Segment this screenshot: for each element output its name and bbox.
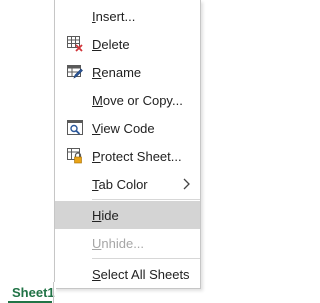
accelerator-key: S [92, 266, 101, 282]
excel-sheet-tab-context-stage: Insert... Delete Rename Move or Copy... … [0, 0, 202, 303]
menu-item-label: Unhide... [92, 236, 144, 251]
menu-item-label-rest: elect All Sheets [100, 266, 190, 282]
menu-item-label: Tab Color [92, 177, 148, 192]
menu-item-rename[interactable]: Rename [55, 58, 200, 86]
menu-item-delete[interactable]: Delete [55, 30, 200, 58]
accelerator-key: P [92, 148, 101, 164]
sheet-tab-label: Sheet1 [12, 285, 55, 300]
accelerator-key: H [92, 207, 102, 223]
menu-separator [92, 258, 200, 259]
menu-item-insert[interactable]: Insert... [55, 2, 200, 30]
menu-item-label: Select All Sheets [92, 267, 190, 282]
menu-item-label-rest: nhide... [101, 235, 145, 251]
menu-item-label: View Code [92, 121, 155, 136]
menu-item-label-rest: rotect Sheet... [100, 148, 182, 164]
menu-item-move-or-copy[interactable]: Move or Copy... [55, 86, 200, 114]
accelerator-key: U [92, 235, 102, 251]
protect-sheet-icon [67, 148, 83, 164]
delete-sheet-icon [67, 36, 83, 52]
menu-item-label-rest: iew Code [100, 120, 155, 136]
menu-item-hide[interactable]: Hide [55, 201, 200, 229]
accelerator-key: M [92, 92, 103, 108]
accelerator-key: D [92, 36, 102, 52]
menu-item-label-rest: ab Color [98, 176, 148, 192]
view-code-icon [67, 120, 83, 136]
menu-item-label: Hide [92, 208, 119, 223]
menu-item-label-rest: ide [101, 207, 119, 223]
menu-item-label-rest: nsert... [95, 8, 136, 24]
sheet-tab-sheet1[interactable]: Sheet1 [0, 282, 56, 303]
sheet-tab-context-menu: Insert... Delete Rename Move or Copy... … [54, 0, 201, 289]
accelerator-key: R [92, 64, 102, 80]
menu-item-label-rest: elete [101, 36, 130, 52]
menu-item-label: Protect Sheet... [92, 149, 182, 164]
sheet-tab-divider [53, 282, 54, 303]
menu-item-label-rest: ove or Copy... [102, 92, 183, 108]
menu-separator [92, 199, 200, 200]
menu-item-label-rest: ename [101, 64, 142, 80]
menu-item-unhide: Unhide... [55, 229, 200, 257]
menu-item-label: Delete [92, 37, 130, 52]
menu-item-tab-color[interactable]: Tab Color [55, 170, 200, 198]
submenu-chevron-right-icon [182, 177, 192, 191]
menu-item-view-code[interactable]: View Code [55, 114, 200, 142]
menu-item-select-all-sheets[interactable]: Select All Sheets [55, 260, 200, 288]
menu-item-label: Move or Copy... [92, 93, 183, 108]
menu-item-label: Rename [92, 65, 141, 80]
menu-item-protect-sheet[interactable]: Protect Sheet... [55, 142, 200, 170]
rename-sheet-icon [67, 64, 83, 80]
menu-item-label: Insert... [92, 9, 135, 24]
